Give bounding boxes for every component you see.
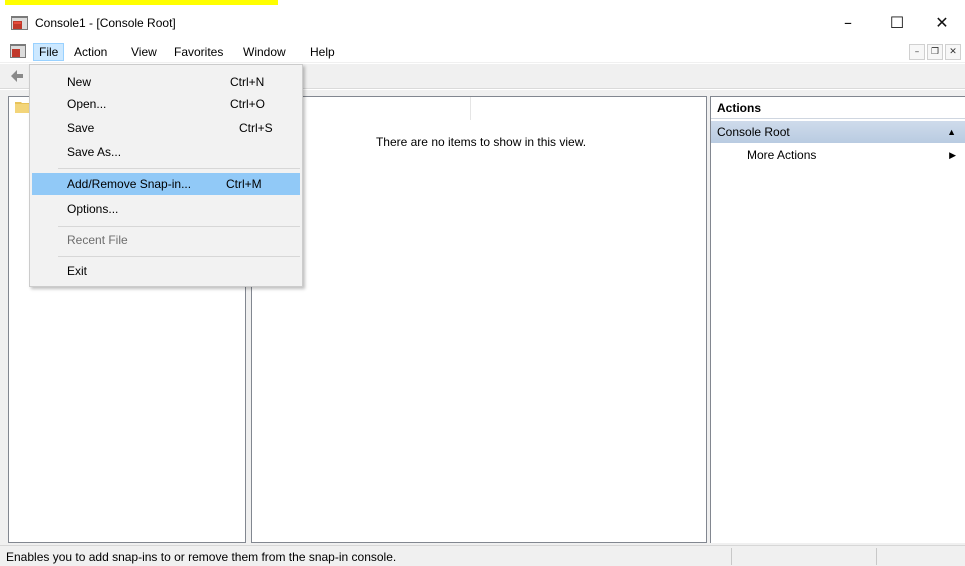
mmc-app-icon [11, 16, 28, 30]
menu-help[interactable]: Help [305, 43, 340, 61]
menu-file[interactable]: File [33, 43, 65, 61]
more-actions-label: More Actions [747, 148, 817, 162]
menu-item-label: Add/Remove Snap-in... [67, 177, 192, 191]
actions-group-label: Console Root [717, 125, 790, 139]
mdi-restore-button[interactable]: ❐ [927, 44, 943, 60]
menu-item-label: Save [67, 121, 95, 135]
status-separator [731, 548, 732, 565]
menu-item-label: Save As... [67, 145, 122, 159]
mmc-system-menu-icon[interactable] [10, 44, 26, 59]
mdi-minimize-button[interactable]: – [909, 44, 925, 60]
minimize-button[interactable]: – [825, 9, 871, 37]
menu-view[interactable]: View [126, 43, 162, 61]
file-menu-open[interactable]: Open... Ctrl+O [32, 93, 300, 115]
mdi-controls: – ❐ ✕ [905, 44, 965, 60]
file-menu-options[interactable]: Options... [32, 198, 300, 220]
mdi-close-button[interactable]: ✕ [945, 44, 961, 60]
menu-separator [58, 226, 300, 227]
back-arrow-icon[interactable] [10, 69, 24, 83]
status-text: Enables you to add snap-ins to or remove… [6, 550, 397, 564]
empty-view-message: There are no items to show in this view. [375, 135, 587, 149]
file-menu-recent-file: Recent File [32, 229, 300, 251]
file-menu-new[interactable]: New Ctrl+N [32, 71, 300, 93]
file-menu-save-as[interactable]: Save As... [32, 141, 300, 163]
menu-item-shortcut: Ctrl+S [239, 121, 273, 135]
menu-separator [58, 256, 300, 257]
menu-item-label: New [67, 75, 92, 89]
menu-item-shortcut: Ctrl+N [230, 75, 265, 89]
menu-action[interactable]: Action [69, 43, 112, 61]
collapse-arrow-icon[interactable]: ▲ [947, 121, 956, 143]
title-bar: Console1 - [Console Root] – ☐ ✕ [0, 5, 965, 41]
menu-window[interactable]: Window [238, 43, 291, 61]
menu-bar: File Action View Favorites Window Help –… [0, 41, 965, 63]
status-bar: Enables you to add snap-ins to or remove… [0, 545, 965, 566]
menu-separator [58, 168, 300, 169]
more-actions-item[interactable]: More Actions ▶ [711, 145, 965, 165]
actions-group-console-root[interactable]: Console Root ▲ [711, 121, 965, 143]
menu-item-label: Options... [67, 202, 119, 216]
column-divider [470, 97, 471, 120]
menu-item-shortcut: Ctrl+O [230, 97, 266, 111]
file-menu-save[interactable]: Save Ctrl+S [32, 117, 300, 139]
file-menu-dropdown: New Ctrl+N Open... Ctrl+O Save Ctrl+S Sa… [29, 64, 303, 287]
menu-item-label: Open... [67, 97, 107, 111]
menu-favorites[interactable]: Favorites [169, 43, 228, 61]
file-menu-exit[interactable]: Exit [32, 260, 300, 282]
actions-pane: Actions Console Root ▲ More Actions ▶ [710, 96, 965, 543]
submenu-arrow-icon: ▶ [949, 150, 956, 160]
result-pane[interactable]: There are no items to show in this view. [251, 96, 707, 543]
window-title: Console1 - [Console Root] [35, 16, 176, 30]
menu-item-label: Exit [67, 264, 88, 278]
status-separator [876, 548, 877, 565]
file-menu-add-remove-snap-in[interactable]: Add/Remove Snap-in... Ctrl+M [32, 173, 300, 195]
close-button[interactable]: ✕ [919, 9, 965, 37]
maximize-button[interactable]: ☐ [874, 9, 920, 37]
menu-item-shortcut: Ctrl+M [226, 177, 262, 191]
actions-header: Actions [711, 97, 965, 119]
menu-item-label: Recent File [67, 233, 128, 247]
